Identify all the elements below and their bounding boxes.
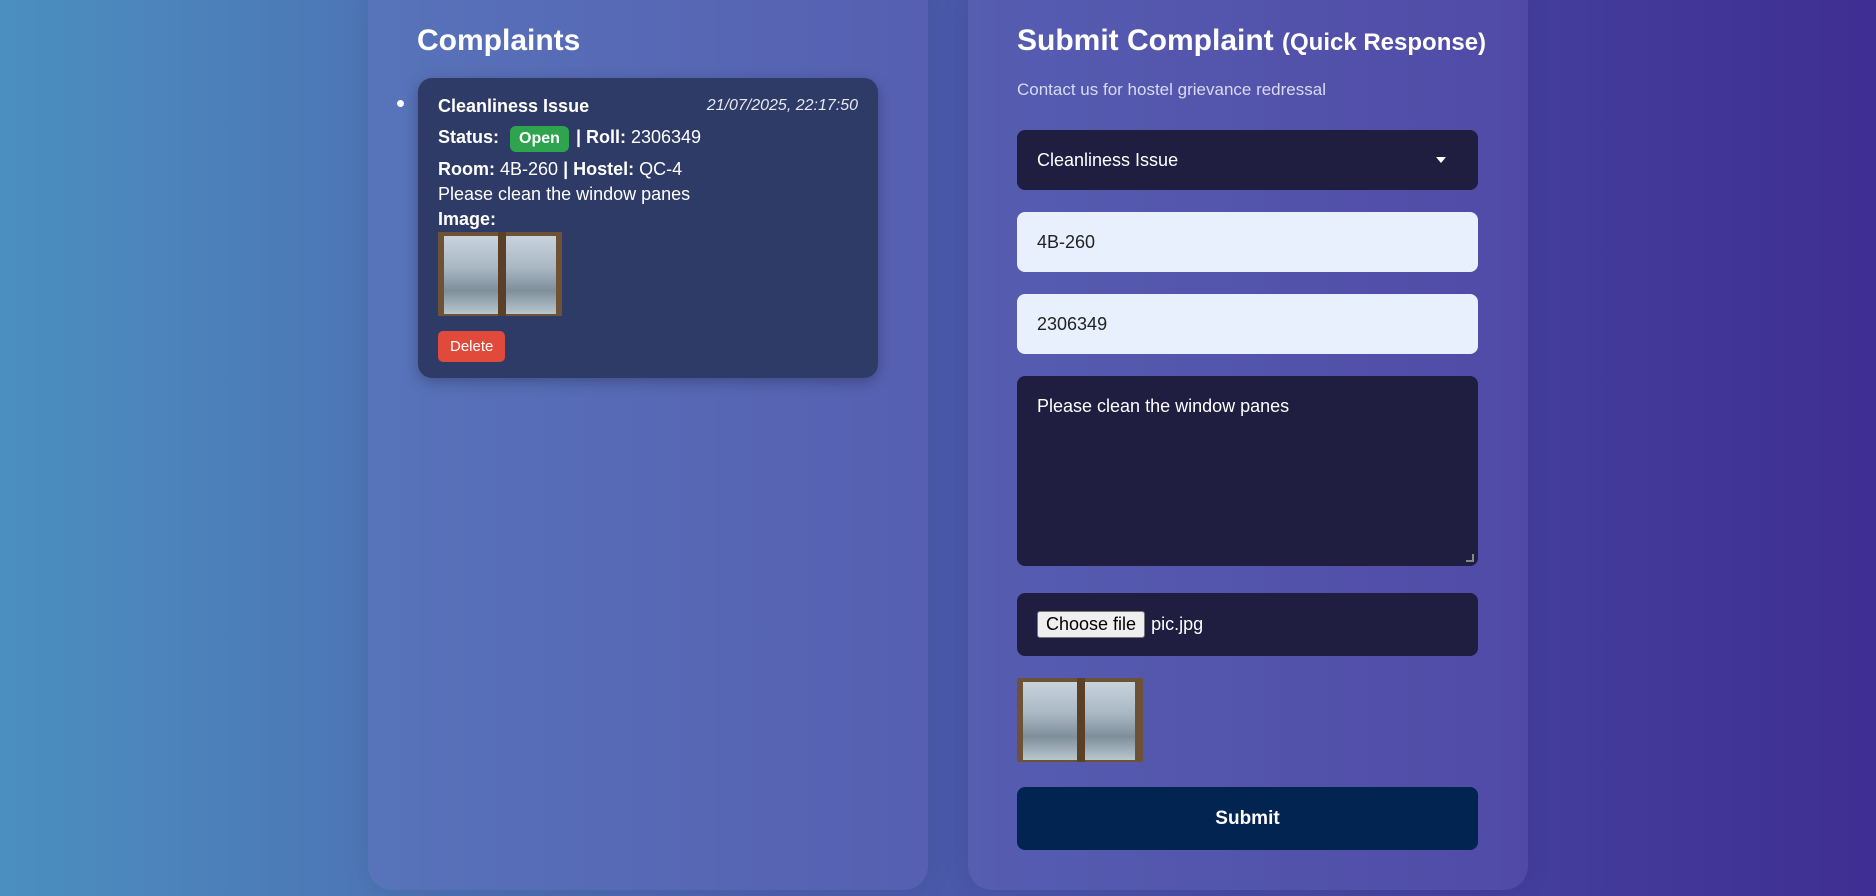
complaint-image[interactable] (438, 232, 562, 316)
hostel-label: | Hostel: (563, 159, 635, 179)
room-label: Room: (438, 159, 495, 179)
hostel-value: QC-4 (639, 159, 683, 179)
form-heading: Submit Complaint (Quick Response) (1017, 24, 1486, 58)
file-input[interactable]: Choose file pic.jpg (1017, 593, 1478, 656)
chevron-down-icon (1436, 157, 1446, 163)
form-heading-suffix: (Quick Response) (1282, 29, 1487, 56)
submit-button[interactable]: Submit (1017, 787, 1478, 850)
status-badge: Open (510, 126, 569, 152)
image-label: Image: (438, 209, 497, 229)
status-line: Status: Open | Roll: 2306349 (438, 126, 701, 152)
complaint-title: Cleanliness Issue (438, 96, 590, 116)
category-select-value: Cleanliness Issue (1037, 149, 1179, 170)
description-textarea[interactable]: Please clean the window panes (1017, 376, 1478, 566)
list-bullet (397, 100, 404, 107)
room-value: 4B-260 (500, 159, 559, 179)
image-preview (1017, 678, 1143, 762)
category-select[interactable]: Cleanliness Issue (1017, 130, 1478, 190)
delete-button[interactable]: Delete (438, 331, 506, 362)
room-line: Room: 4B-260 | Hostel: QC-4 (438, 159, 682, 180)
form-heading-main: Submit Complaint (1017, 24, 1274, 57)
resize-handle-icon[interactable] (1466, 554, 1474, 562)
file-name: pic.jpg (1151, 614, 1204, 634)
complaints-heading: Complaints (417, 24, 581, 57)
complaint-card: Cleanliness Issue 21/07/2025, 22:17:50 S… (418, 78, 878, 378)
roll-input[interactable]: 2306349 (1017, 294, 1478, 354)
choose-file-button[interactable]: Choose file (1037, 611, 1146, 638)
description-textarea-value: Please clean the window panes (1037, 396, 1290, 416)
complaint-description: Please clean the window panes (438, 184, 691, 204)
complaint-timestamp: 21/07/2025, 22:17:50 (706, 97, 858, 114)
roll-label: | Roll: (575, 127, 626, 147)
status-label: Status: (438, 127, 500, 147)
roll-value: 2306349 (630, 127, 702, 147)
form-subtitle: Contact us for hostel grievance redressa… (1017, 80, 1326, 99)
room-input[interactable]: 4B-260 (1017, 212, 1478, 272)
